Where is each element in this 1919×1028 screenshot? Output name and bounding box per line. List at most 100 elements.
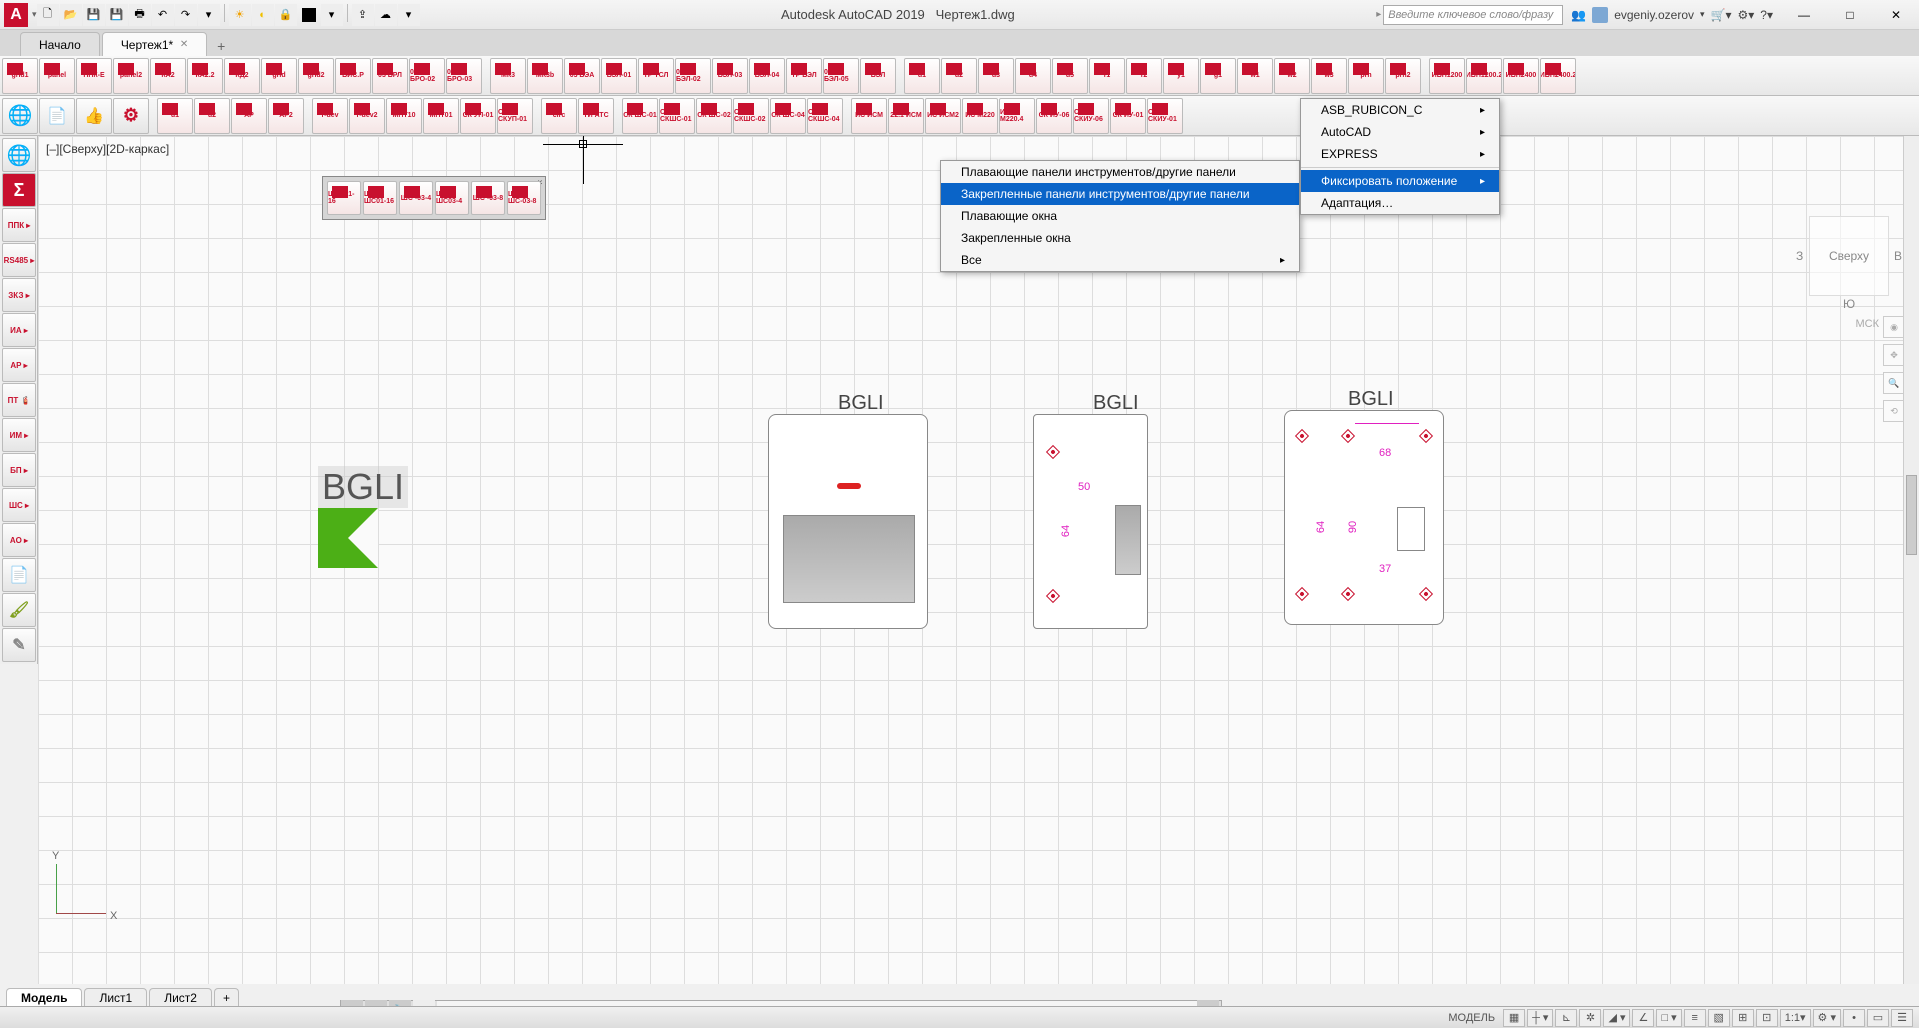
color-swatch[interactable] [302, 8, 316, 22]
tool-скшс04[interactable]: СК ШС-04 [770, 98, 806, 134]
tool-w2[interactable]: w2 [1274, 58, 1310, 94]
tool-221исм[interactable]: 22.1 ИСМ [888, 98, 924, 134]
sb-scale[interactable]: 1:1 ▾ [1780, 1009, 1811, 1027]
tool-ибп24002[interactable]: ИБП2400.2 [1540, 58, 1576, 94]
sb-grid-icon[interactable]: ▦ [1503, 1009, 1525, 1027]
tool-prn[interactable]: prn [1348, 58, 1384, 94]
tool-мпт01[interactable]: МПТ01 [423, 98, 459, 134]
ctx-item-asb-rubicon[interactable]: ASB_RUBICON_C▸ [1301, 99, 1499, 121]
tool-скшс01[interactable]: СК ШС-01 [622, 98, 658, 134]
dropdown-icon[interactable]: ▾ [198, 4, 220, 26]
tool-скскуп01[interactable]: СК СКУП-01 [497, 98, 533, 134]
tool-like[interactable]: 👍 [76, 98, 112, 134]
tool-d4[interactable]: d4 [1015, 58, 1051, 94]
tool-rdev[interactable]: r-dev [312, 98, 348, 134]
undo-icon[interactable]: ↶ [152, 4, 174, 26]
tool-grid[interactable]: grid [261, 58, 297, 94]
tool-бэл03[interactable]: БЭЛ-03 [712, 58, 748, 94]
tool-скскиу01[interactable]: СК СКИУ-01 [1147, 98, 1183, 134]
tool-brush[interactable]: 🖌 [2, 593, 36, 627]
wcs-label[interactable]: МСК [1855, 318, 1879, 330]
tool-скшс02[interactable]: СК ШС-02 [696, 98, 732, 134]
tool-ар2[interactable]: АР2 [268, 98, 304, 134]
dropdown-icon[interactable]: ▾ [398, 4, 420, 26]
tab-start[interactable]: Начало [20, 32, 100, 56]
tool-im[interactable]: ИМ ▸ [2, 418, 36, 452]
tool-bp[interactable]: БП ▸ [2, 453, 36, 487]
sb-gear-icon[interactable]: ⚙ ▾ [1813, 1009, 1841, 1027]
maximize-button[interactable]: □ [1827, 0, 1873, 30]
tool-скуп01[interactable]: СК УП-01 [460, 98, 496, 134]
tool-исисм2[interactable]: ИС ИСМ2 [925, 98, 961, 134]
sun-icon[interactable]: ☀ [229, 4, 251, 26]
tool-исм220[interactable]: ИС М220 [962, 98, 998, 134]
layout-tab-sheet2[interactable]: Лист2 [149, 988, 212, 1007]
tool-ибп12002[interactable]: ИБП1200.2 [1466, 58, 1502, 94]
cloud-icon[interactable]: ☁ [375, 4, 397, 26]
float-tool-шсшс0116[interactable]: ШС ШС01-16 [363, 181, 397, 215]
tool-d3[interactable]: d3 [978, 58, 1014, 94]
sb-qprops-icon[interactable]: ⊞ [1732, 1009, 1754, 1027]
tool-grid2[interactable]: grid2 [298, 58, 334, 94]
nav-orbit-icon[interactable]: ⟲ [1883, 400, 1905, 422]
help-icon[interactable]: ?▾ [1760, 8, 1773, 22]
exchange-icon[interactable]: ⚙▾ [1738, 8, 1755, 22]
tool-скскшс02[interactable]: СК СКШС-02 [733, 98, 769, 134]
tool-03брл[interactable]: 03 БРЛ [372, 58, 408, 94]
tool-03бэл05[interactable]: 03 БЭЛ-05 [823, 58, 859, 94]
share-icon[interactable]: ⇪ [352, 4, 374, 26]
tool-d5[interactable]: d5 [1052, 58, 1088, 94]
tool-биср[interactable]: БИС.Р [335, 58, 371, 94]
ctx-item-fix-position[interactable]: Фиксировать положение▸ [1301, 170, 1499, 192]
save-icon[interactable]: 💾 [83, 4, 105, 26]
layout-tab-model[interactable]: Модель [6, 988, 82, 1007]
tool-03бэл02[interactable]: 03 БЭЛ-02 [675, 58, 711, 94]
tool-трбэл[interactable]: ТР БЭЛ [786, 58, 822, 94]
nav-pan-icon[interactable]: ✥ [1883, 344, 1905, 366]
tool-panel[interactable]: panel [39, 58, 75, 94]
block-bgli-symbol[interactable]: BGLI [318, 466, 408, 568]
minimize-button[interactable]: — [1781, 0, 1827, 30]
tool-y1[interactable]: y1 [1163, 58, 1199, 94]
open-icon[interactable]: 📂 [60, 4, 82, 26]
float-tool-шсшс038[interactable]: ШС ШС-03-8 [507, 181, 541, 215]
saveas-icon[interactable]: 💾 [106, 4, 128, 26]
tool-u2[interactable]: u2 [194, 98, 230, 134]
device-side-view[interactable]: 50 64 [1033, 414, 1148, 629]
sb-dot-icon[interactable]: • [1843, 1009, 1865, 1027]
float-tool-шс034[interactable]: ШС -03-4 [399, 181, 433, 215]
layout-tab-add[interactable]: + [214, 988, 239, 1007]
tool-w3[interactable]: w3 [1311, 58, 1347, 94]
ctx-item-autocad[interactable]: AutoCAD▸ [1301, 121, 1499, 143]
tool-rdev2[interactable]: r-dev2 [349, 98, 385, 134]
tool-r1[interactable]: r1 [1089, 58, 1125, 94]
device-mount-view[interactable]: 68 64 90 37 [1284, 410, 1444, 625]
tool-ia[interactable]: ИА ▸ [2, 313, 36, 347]
tool-бэл01[interactable]: БЭЛ-01 [601, 58, 637, 94]
tool-ка2[interactable]: КА2 [150, 58, 186, 94]
tool-ар[interactable]: АР [231, 98, 267, 134]
sb-trans-icon[interactable]: ▧ [1708, 1009, 1730, 1027]
sb-cust-icon[interactable]: ☰ [1891, 1009, 1913, 1027]
user-area[interactable]: 👥 evgeniy.ozerov ▾ 🛒▾ ⚙▾ ?▾ [1571, 7, 1773, 23]
tool-исисм[interactable]: ИС ИСМ [851, 98, 887, 134]
tool-ppk[interactable]: ППК ▸ [2, 208, 36, 242]
layout-tab-sheet1[interactable]: Лист1 [84, 988, 147, 1007]
ctx-item-all[interactable]: Все▸ [941, 249, 1299, 271]
tool-doc[interactable]: 📄 [39, 98, 75, 134]
tool-ap[interactable]: АР ▸ [2, 348, 36, 382]
floating-toolbar[interactable]: × ШС -01-16ШС ШС01-16ШС -03-4ШС ШС03-4ШС… [322, 176, 546, 220]
tool-скскшс04[interactable]: СК СКШС-04 [807, 98, 843, 134]
close-button[interactable]: ✕ [1873, 0, 1919, 30]
tool-grid1[interactable]: grid1 [2, 58, 38, 94]
ctx-item-express[interactable]: EXPRESS▸ [1301, 143, 1499, 165]
tool-скиу01[interactable]: СК ИУ-01 [1110, 98, 1146, 134]
sb-sel-icon[interactable]: ⊡ [1756, 1009, 1778, 1027]
context-menu-toolbars[interactable]: ASB_RUBICON_C▸ AutoCAD▸ EXPRESS▸ Фиксиро… [1300, 98, 1500, 215]
tool-g1[interactable]: g1 [1200, 58, 1236, 94]
add-tab-button[interactable]: + [209, 36, 233, 56]
tool-ппке[interactable]: ППК-Е [76, 58, 112, 94]
view-cube[interactable]: Сверху З В Ю [1809, 216, 1889, 296]
ctx-item-floating-toolbars[interactable]: Плавающие панели инструментов/другие пан… [941, 161, 1299, 183]
tool-rs485[interactable]: RS485 ▸ [2, 243, 36, 277]
